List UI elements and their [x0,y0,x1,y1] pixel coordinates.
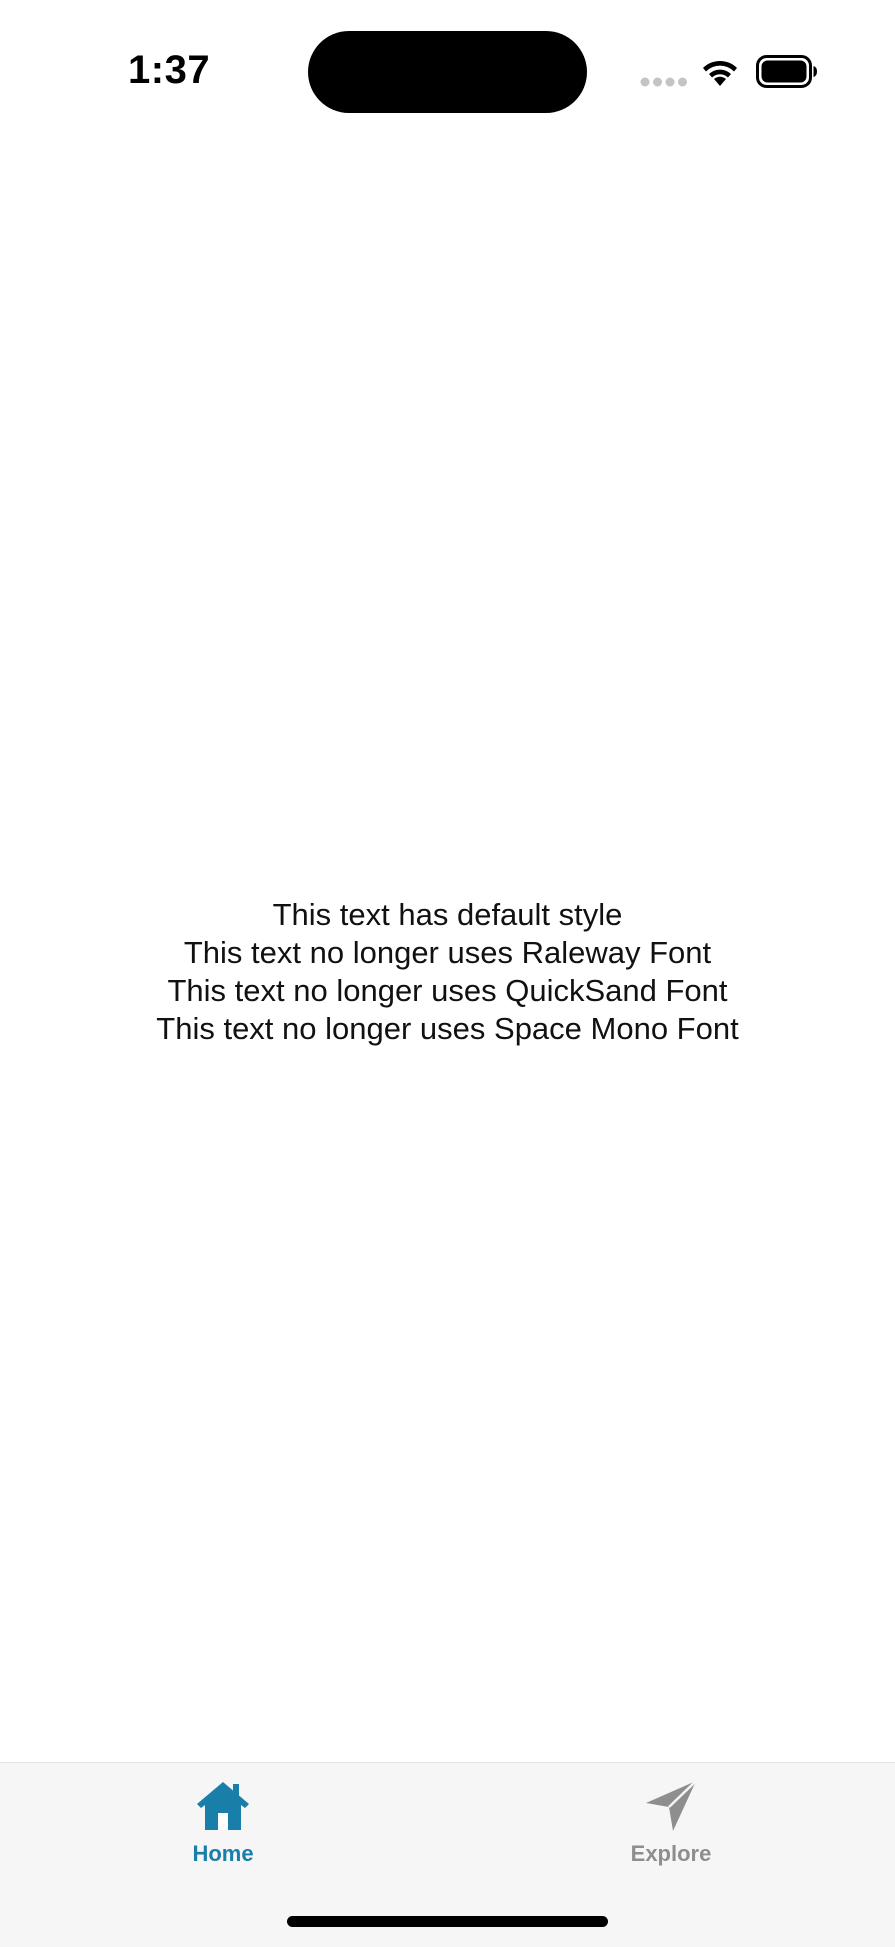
tab-explore-label: Explore [630,1841,712,1866]
tab-explore[interactable]: Explore [571,1779,771,1889]
app-screen: 1:37 This text has default style This te… [0,0,895,1947]
main-content: This text has default style This text no… [0,896,895,1048]
signal-dots-icon [640,77,687,87]
tab-home[interactable]: Home [123,1779,323,1889]
home-indicator[interactable] [287,1916,608,1927]
dynamic-island [308,31,587,113]
text-space-mono: This text no longer uses Space Mono Font [156,1011,739,1046]
status-time: 1:37 [128,48,211,92]
tab-home-label: Home [192,1841,254,1866]
paper-plane-icon [646,1780,697,1831]
status-bar: 1:37 [0,0,895,140]
home-icon [197,1782,249,1830]
text-quicksand: This text no longer uses QuickSand Font [167,973,728,1008]
text-default-style: This text has default style [272,897,623,932]
text-raleway: This text no longer uses Raleway Font [183,935,712,970]
wifi-icon [703,60,737,86]
battery-icon [756,55,817,88]
